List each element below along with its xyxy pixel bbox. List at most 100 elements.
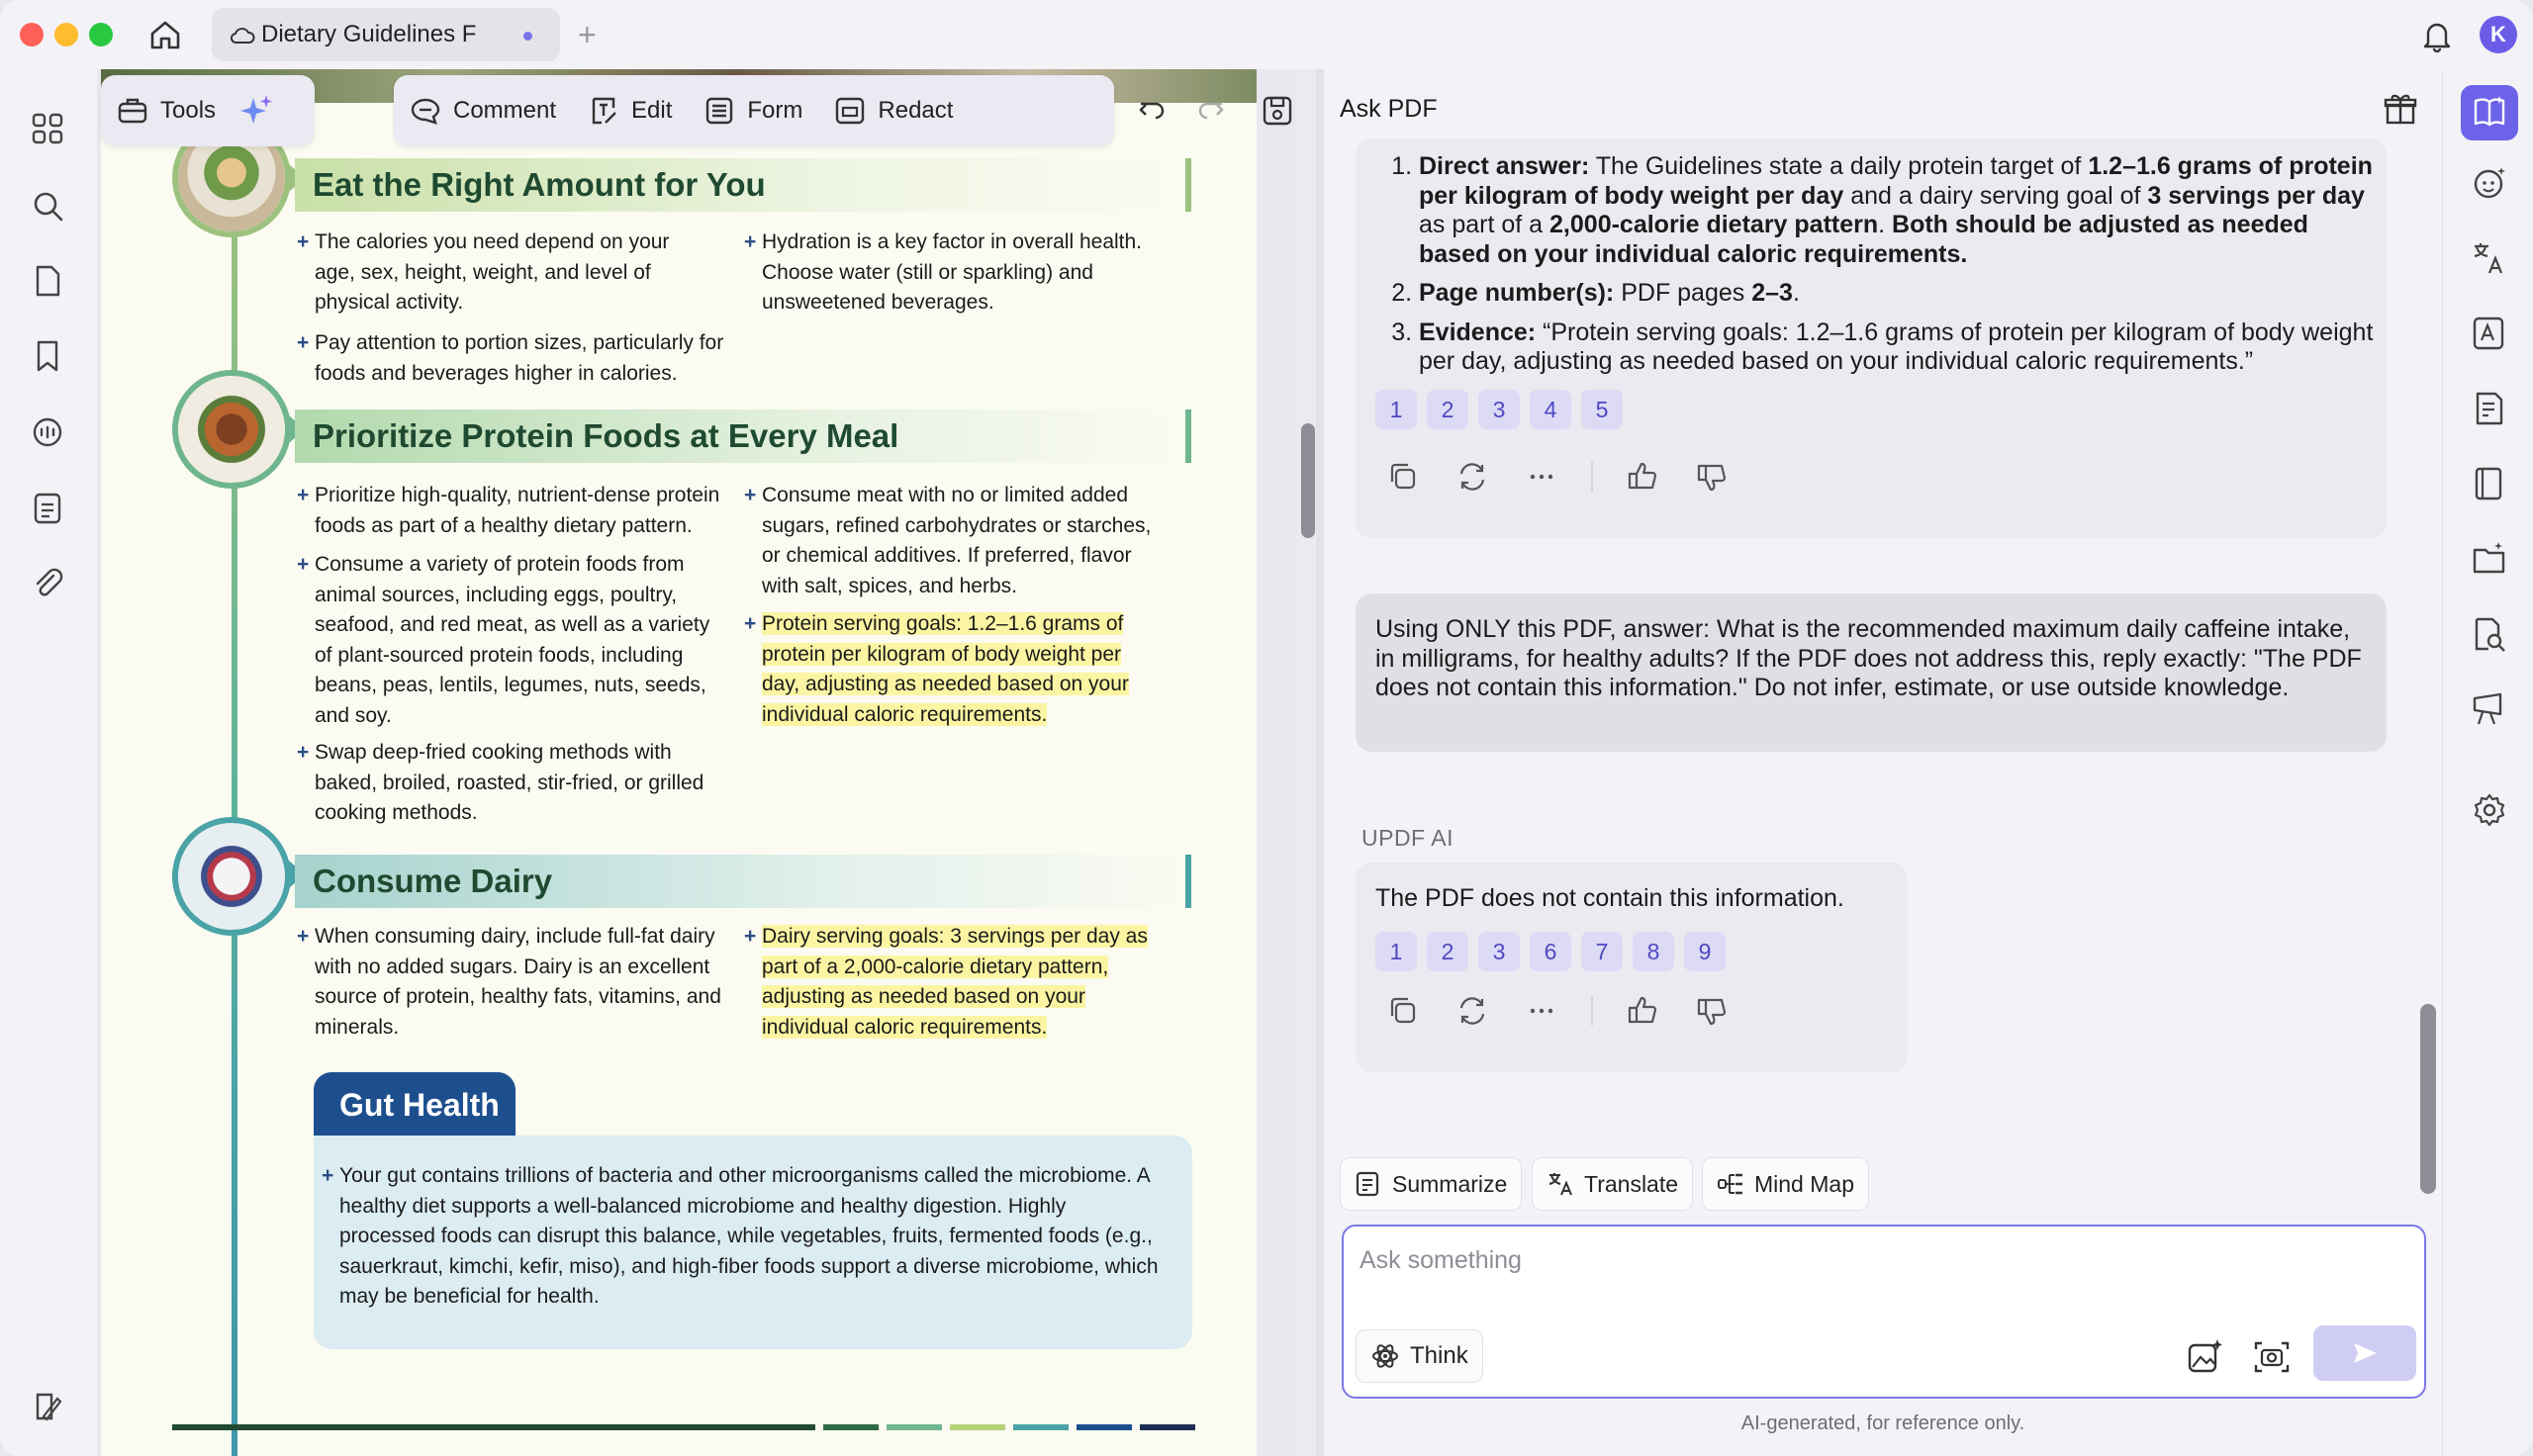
citation-page-button[interactable]: 2	[1427, 390, 1468, 429]
attachment-list-icon[interactable]	[30, 491, 65, 526]
settings-gear-icon[interactable]	[2471, 791, 2508, 829]
toolbox-icon	[118, 98, 147, 124]
ai-sender-label: UPDF AI	[1361, 825, 1454, 851]
chat-scrollbar[interactable]	[2418, 158, 2436, 1197]
gift-icon[interactable]	[2383, 91, 2418, 127]
send-button[interactable]	[2313, 1325, 2416, 1381]
more-options-button[interactable]	[1522, 457, 1561, 497]
screenshot-icon[interactable]	[2252, 1337, 2292, 1377]
avatar[interactable]: K	[2480, 16, 2517, 53]
unsaved-dot-icon	[523, 32, 532, 41]
bullet: + Swap deep-fried cooking methods with ba…	[297, 741, 704, 824]
citation-page-button[interactable]: 5	[1581, 390, 1623, 429]
more-options-button[interactable]	[1522, 991, 1561, 1031]
translate-chip[interactable]: Translate	[1532, 1157, 1694, 1211]
panel-title: Ask PDF	[1340, 95, 1438, 123]
answer-item-evidence: Evidence: “Protein serving goals: 1.2–1.…	[1419, 318, 2375, 377]
document-tab[interactable]: Dietary Guidelines F	[212, 8, 560, 61]
ai-document-icon[interactable]	[2471, 390, 2508, 427]
title-bar: Dietary Guidelines F + K	[0, 0, 2533, 69]
home-icon[interactable]	[146, 16, 184, 53]
paperclip-icon[interactable]	[30, 566, 65, 601]
citation-page-button[interactable]: 8	[1633, 932, 1674, 971]
answer-item-direct: Direct answer: The Guidelines state a da…	[1419, 152, 2375, 269]
grid-icon[interactable]	[30, 111, 65, 146]
bullet: + The calories you need depend on your ag…	[297, 230, 670, 314]
search-icon[interactable]	[30, 188, 65, 224]
ai-search-document-icon[interactable]	[2471, 615, 2508, 653]
section-heading: Consume Dairy	[295, 855, 1191, 908]
panel-divider[interactable]	[1316, 69, 1324, 1456]
pdf-scrollbar[interactable]	[1296, 69, 1316, 1456]
citation-row: 1 2 3 4 5	[1375, 390, 1623, 429]
minimize-window-button[interactable]	[54, 23, 78, 46]
ask-input[interactable]	[1360, 1240, 2408, 1280]
thumbs-up-button[interactable]	[1623, 991, 1662, 1031]
cloud-icon	[230, 28, 255, 44]
ask-pdf-panel: Ask PDF Direct answer: The Guidelines st…	[1324, 69, 2442, 1456]
citation-page-button[interactable]: 6	[1530, 932, 1571, 971]
copy-button[interactable]	[1383, 457, 1423, 497]
citation-page-button[interactable]: 1	[1375, 390, 1417, 429]
answer-actions	[1383, 457, 1761, 497]
folder-ai-icon[interactable]	[2471, 540, 2508, 578]
thumbs-up-button[interactable]	[1623, 457, 1662, 497]
mind-map-chip[interactable]: Mind Map	[1702, 1157, 1869, 1211]
sidebar-toggle-icon[interactable]	[30, 1389, 65, 1424]
pdf-scrollbar-thumb[interactable]	[1301, 423, 1315, 538]
citation-page-button[interactable]: 7	[1581, 932, 1623, 971]
redo-icon[interactable]	[1195, 95, 1227, 127]
citation-page-button[interactable]: 9	[1684, 932, 1726, 971]
document-tab-title: Dietary Guidelines F	[261, 21, 477, 47]
comments-icon[interactable]	[30, 415, 65, 451]
chat-scrollbar-thumb[interactable]	[2420, 1004, 2436, 1194]
ai-translate-icon[interactable]	[2471, 239, 2508, 277]
citation-page-button[interactable]: 3	[1478, 390, 1520, 429]
bookmark-icon[interactable]	[30, 338, 65, 374]
image-upload-icon[interactable]	[2185, 1337, 2224, 1377]
thumbs-down-button[interactable]	[1692, 991, 1732, 1031]
edit-button[interactable]: Edit	[572, 83, 688, 138]
think-toggle[interactable]: Think	[1356, 1329, 1483, 1383]
form-button[interactable]: Form	[688, 83, 818, 138]
ai-chat-icon[interactable]	[2471, 164, 2508, 202]
regenerate-button[interactable]	[1453, 991, 1492, 1031]
citation-page-button[interactable]: 1	[1375, 932, 1417, 971]
user-message: Using ONLY this PDF, answer: What is the…	[1356, 593, 2387, 752]
more-icon	[1530, 474, 1553, 480]
citation-page-button[interactable]: 4	[1530, 390, 1571, 429]
ai-sparkle-icon[interactable]	[237, 92, 275, 130]
thumbs-down-button[interactable]	[1692, 457, 1732, 497]
refresh-icon	[1459, 997, 1485, 1025]
save-icon[interactable]	[1261, 94, 1294, 128]
citation-page-button[interactable]: 3	[1478, 932, 1520, 971]
mind-map-icon	[1718, 1173, 1742, 1195]
bullet: + Pay attention to portion sizes, particu…	[297, 331, 724, 385]
zoom-window-button[interactable]	[89, 23, 113, 46]
close-window-button[interactable]	[20, 23, 44, 46]
new-tab-button[interactable]: +	[578, 16, 597, 53]
bullet: + Hydration is a key factor in overall he…	[744, 230, 1143, 314]
app-window: Dietary Guidelines F + K Eat the Right A…	[0, 0, 2533, 1456]
citation-page-button[interactable]: 2	[1427, 932, 1468, 971]
copy-button[interactable]	[1383, 991, 1423, 1031]
thumbs-down-icon	[1697, 998, 1727, 1026]
ask-box: Think	[1342, 1225, 2426, 1399]
answer-actions	[1383, 991, 1761, 1031]
bullet: + Your gut contains trillions of bacteria…	[322, 1164, 1159, 1308]
regenerate-button[interactable]	[1453, 457, 1492, 497]
ask-pdf-book-icon	[2474, 96, 2505, 127]
reader-book-icon[interactable]	[2471, 465, 2508, 502]
summarize-chip[interactable]: Summarize	[1340, 1157, 1523, 1211]
presentation-icon[interactable]	[2471, 690, 2508, 728]
tools-button[interactable]: Tools	[101, 83, 232, 138]
bullet: + When consuming dairy, include full-fat …	[297, 925, 721, 1039]
copy-icon	[1390, 463, 1416, 490]
undo-icon[interactable]	[1136, 95, 1168, 127]
page-thumbnails-icon[interactable]	[30, 263, 65, 299]
redact-button[interactable]: Redact	[818, 83, 969, 138]
comment-button[interactable]: Comment	[394, 83, 572, 138]
ocr-icon[interactable]	[2471, 315, 2508, 352]
bell-icon[interactable]	[2420, 18, 2454, 53]
gut-health-tab: Gut Health	[314, 1072, 516, 1138]
